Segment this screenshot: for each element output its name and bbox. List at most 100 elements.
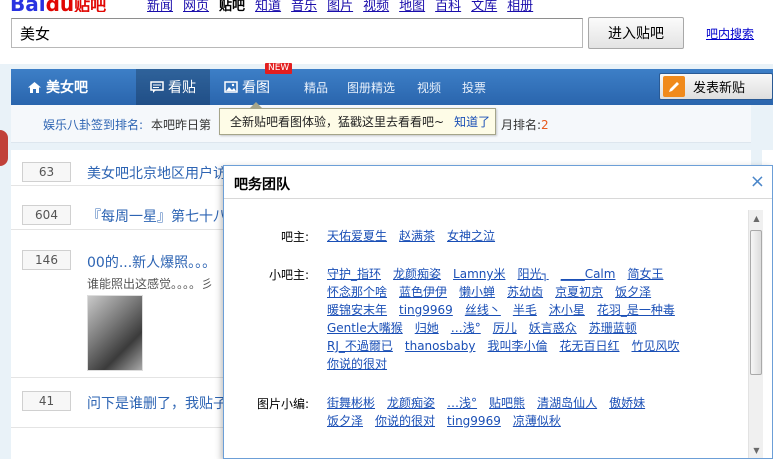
reply-count: 41 xyxy=(22,391,71,411)
member-link[interactable]: 女神之泣 xyxy=(447,228,495,244)
forum-team-dialog: 吧务团队 × 吧主: 天佑爱夏生 赵满茶 女神之泣 小吧主: 守护_指环 龙颜痴姿 La… xyxy=(223,165,773,459)
member-link[interactable]: 傲娇妹 xyxy=(609,395,645,411)
sign-ranking-link[interactable]: 娱乐八卦签到排名: xyxy=(43,116,143,133)
close-icon[interactable]: × xyxy=(750,173,765,191)
member-link[interactable]: …浅° xyxy=(451,320,481,336)
top-nav-item[interactable]: 网页 xyxy=(183,0,209,12)
thread-thumbnail[interactable] xyxy=(87,295,143,371)
member-link[interactable]: 苏幼齿 xyxy=(507,284,543,300)
baidu-tieba-logo[interactable]: Baidu贴吧 xyxy=(10,0,106,12)
dialog-scrollbar[interactable]: ▲ ▼ xyxy=(748,210,763,458)
new-feature-tooltip[interactable]: 全新贴吧看图体验，猛戳这里去看看吧~ 知道了 xyxy=(219,102,496,135)
member-link[interactable]: …浅° xyxy=(447,395,477,411)
enter-bar-button[interactable]: 进入贴吧 xyxy=(588,17,684,49)
owner-list: 天佑爱夏生 赵满茶 女神之泣 xyxy=(327,228,687,244)
top-nav-item[interactable]: 视频 xyxy=(363,0,389,12)
member-link[interactable]: 竹见风吹 xyxy=(631,338,679,354)
member-link[interactable]: 暖锦安末年 xyxy=(327,302,387,318)
pencil-icon xyxy=(663,76,685,97)
new-post-label: 发表新贴 xyxy=(693,81,746,96)
member-link[interactable]: ____Calm xyxy=(561,266,616,282)
top-nav-item[interactable]: 地图 xyxy=(399,0,425,12)
member-link[interactable]: 饭夕泽 xyxy=(615,284,651,300)
section-label: 吧主: xyxy=(280,230,309,244)
thread-title[interactable]: 问下是谁删了，我贴子 xyxy=(87,393,227,413)
sign-ranking-sub: 本吧昨日第 xyxy=(151,118,212,132)
nav-link-album[interactable]: 图册精选 xyxy=(347,69,395,105)
search-input[interactable] xyxy=(11,18,583,48)
member-link[interactable]: 天佑爱夏生 xyxy=(327,228,387,244)
member-link[interactable]: 厉儿 xyxy=(493,320,517,336)
member-link[interactable]: 守护_指环 xyxy=(327,266,381,282)
member-link[interactable]: 你说的很对 xyxy=(375,413,435,429)
member-link[interactable]: ting9969 xyxy=(399,302,453,318)
member-link[interactable]: 半毛 xyxy=(513,302,537,318)
member-link[interactable]: 龙颜痴姿 xyxy=(387,395,435,411)
nav-link-vote[interactable]: 投票 xyxy=(462,69,486,105)
scroll-up-arrow-icon[interactable]: ▲ xyxy=(749,210,764,226)
member-link[interactable]: 丝线丶 xyxy=(465,302,501,318)
member-link[interactable]: 花羽_是一种毒 xyxy=(597,302,675,318)
member-link[interactable]: Gentle大嘴猴 xyxy=(327,320,403,336)
thread-title[interactable]: 美女吧北京地区用户访 xyxy=(87,163,227,183)
tab-pictures[interactable]: 看图 xyxy=(224,69,270,105)
top-nav-item[interactable]: 音乐 xyxy=(291,0,317,12)
member-link[interactable]: 蓝色伊伊 xyxy=(399,284,447,300)
top-nav-item[interactable]: 图片 xyxy=(327,0,353,12)
member-link[interactable]: RJ_不過爾已 xyxy=(327,338,393,354)
scroll-down-arrow-icon[interactable]: ▼ xyxy=(749,442,764,458)
top-nav-item[interactable]: 知道 xyxy=(255,0,281,12)
month-ranking-value: 2 xyxy=(541,118,549,132)
tooltip-dismiss-link[interactable]: 知道了 xyxy=(454,113,490,130)
tab-posts-label: 看贴 xyxy=(168,80,196,96)
member-link[interactable]: 花无百日红 xyxy=(559,338,619,354)
member-link[interactable]: 我叫李小倫 xyxy=(487,338,547,354)
nav-link-featured[interactable]: 精品 xyxy=(304,69,328,105)
thread-title[interactable]: 00的...新人爆照。。。 xyxy=(87,252,216,272)
member-link[interactable]: 归她 xyxy=(415,320,439,336)
member-link[interactable]: 苏珊蓝顿 xyxy=(589,320,637,336)
tab-pictures-label: 看图 xyxy=(242,80,270,96)
member-link[interactable]: 阳光┐ xyxy=(517,266,548,282)
nav-link-video[interactable]: 视频 xyxy=(417,69,441,105)
member-link[interactable]: 你说的很对 xyxy=(327,356,387,372)
top-nav-item[interactable]: 百科 xyxy=(435,0,461,12)
nav-home-label: 美女吧 xyxy=(46,80,88,96)
member-link[interactable]: 清湖岛仙人 xyxy=(537,395,597,411)
member-link[interactable]: 街舞彬彬 xyxy=(327,395,375,411)
member-link[interactable]: 京夏初京 xyxy=(555,284,603,300)
top-nav-item[interactable]: 新闻 xyxy=(147,0,173,12)
tooltip-text: 全新贴吧看图体验，猛戳这里去看看吧~ xyxy=(230,115,445,129)
member-link[interactable]: Lamny米 xyxy=(453,266,505,282)
member-link[interactable]: 简女王 xyxy=(627,266,663,282)
thread-title[interactable]: 『每周一星』第七十八 xyxy=(87,206,227,226)
in-bar-search-link[interactable]: 吧内搜索 xyxy=(706,25,754,42)
member-link[interactable]: ting9969 xyxy=(447,413,501,429)
member-link[interactable]: 妖言惑众 xyxy=(529,320,577,336)
dialog-body: 吧主: 天佑爱夏生 赵满茶 女神之泣 小吧主: 守护_指环 龙颜痴姿 Lamny米 阳光┐… xyxy=(224,200,749,459)
thread-excerpt: 谁能照出这感觉。。。。彡 xyxy=(87,277,214,291)
logo-product: 贴吧 xyxy=(74,0,107,12)
top-nav-item[interactable]: 文库 xyxy=(471,0,497,12)
top-nav-item[interactable]: 相册 xyxy=(507,0,533,12)
section-label: 图片小编: xyxy=(256,397,309,411)
member-link[interactable]: 贴吧熊 xyxy=(489,395,525,411)
member-link[interactable]: 沐小星 xyxy=(549,302,585,318)
decoration xyxy=(0,130,8,166)
member-link[interactable]: 怀念那个啥 xyxy=(327,284,387,300)
member-link[interactable]: 饭夕泽 xyxy=(327,413,363,429)
member-link[interactable]: 凉薄似秋 xyxy=(513,413,561,429)
new-post-button[interactable]: 发表新贴 xyxy=(659,73,773,100)
dialog-title: 吧务团队 xyxy=(234,177,290,193)
scroll-thumb[interactable] xyxy=(750,230,762,375)
member-link[interactable]: thanosbaby xyxy=(405,338,476,354)
logo-text: Bai xyxy=(10,0,46,12)
moderator-list: 守护_指环 龙颜痴姿 Lamny米 阳光┐ ____Calm 简女王怀念那个啥 蓝色伊伊 懒小… xyxy=(327,266,687,372)
top-nav-item[interactable]: 贴吧 xyxy=(219,0,245,12)
member-link[interactable]: 懒小蝉 xyxy=(459,284,495,300)
member-link[interactable]: 赵满茶 xyxy=(399,228,435,244)
reply-count: 146 xyxy=(22,250,71,270)
member-link[interactable]: 龙颜痴姿 xyxy=(393,266,441,282)
nav-home-tab[interactable]: 美女吧 xyxy=(11,69,136,105)
tab-posts[interactable]: 看贴 xyxy=(136,69,210,105)
